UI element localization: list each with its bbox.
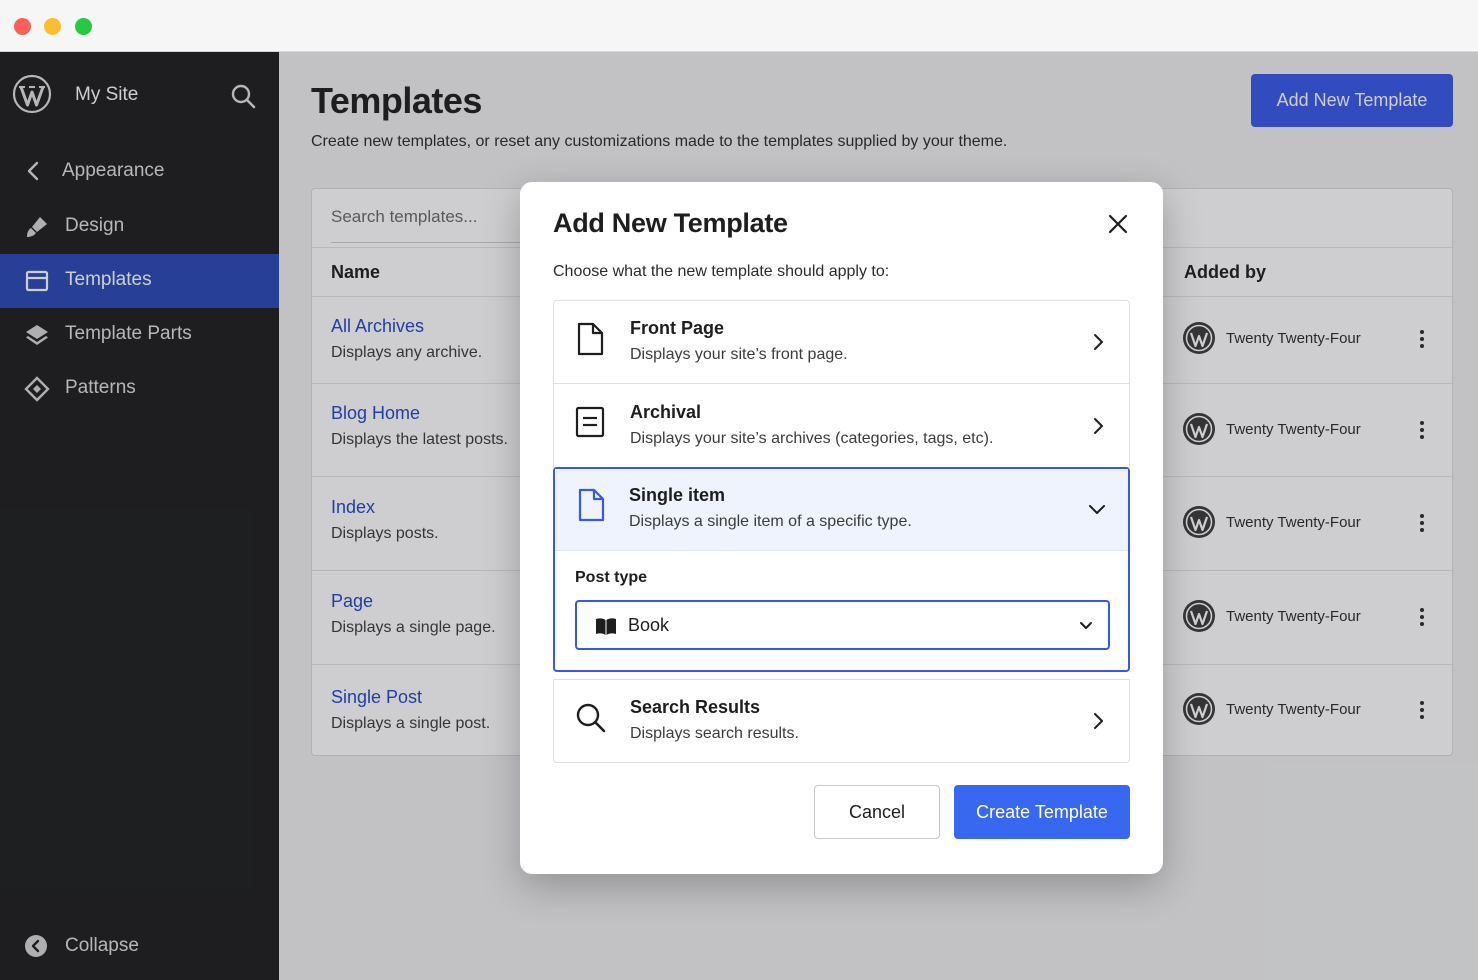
option-single-item-header[interactable]: Single item Displays a single item of a … (555, 469, 1128, 551)
minimize-window-button[interactable] (44, 18, 61, 35)
window-titlebar (0, 0, 1478, 52)
search-icon (576, 703, 606, 733)
option-search-results[interactable]: Search Results Displays search results. (553, 679, 1130, 763)
chevron-right-icon (1094, 334, 1103, 350)
post-type-label: Post type (575, 569, 648, 586)
option-description: Displays a single item of a specific typ… (629, 513, 912, 530)
archive-icon (575, 406, 605, 438)
modal-subtitle: Choose what the new template should appl… (553, 263, 890, 280)
option-description: Displays your site’s front page. (630, 346, 848, 363)
option-description: Displays your site’s archives (categorie… (630, 430, 994, 447)
chevron-right-icon (1094, 713, 1103, 729)
chevron-right-icon (1094, 418, 1103, 434)
option-archival[interactable]: Archival Displays your site’s archives (… (553, 383, 1130, 468)
option-single-item: Single item Displays a single item of a … (553, 467, 1130, 672)
post-type-select[interactable]: Book (575, 600, 1110, 650)
chevron-down-icon (1089, 505, 1105, 514)
page-icon (578, 488, 605, 522)
close-icon[interactable] (1104, 210, 1132, 238)
option-front-page[interactable]: Front Page Displays your site’s front pa… (553, 300, 1130, 384)
cancel-button[interactable]: Cancel (814, 785, 940, 839)
option-title: Search Results (630, 697, 761, 717)
post-type-value: Book (628, 615, 670, 635)
option-description: Displays search results. (630, 725, 799, 742)
add-template-modal: Add New Template Choose what the new tem… (520, 182, 1163, 874)
chevron-down-icon (1080, 622, 1092, 629)
option-title: Front Page (630, 318, 725, 338)
page-icon (577, 322, 604, 356)
zoom-window-button[interactable] (75, 18, 92, 35)
option-title: Archival (630, 402, 702, 422)
create-template-button[interactable]: Create Template (954, 785, 1130, 839)
option-title: Single item (629, 485, 726, 505)
modal-title: Add New Template (553, 208, 788, 238)
book-icon (596, 618, 616, 635)
close-window-button[interactable] (14, 18, 31, 35)
